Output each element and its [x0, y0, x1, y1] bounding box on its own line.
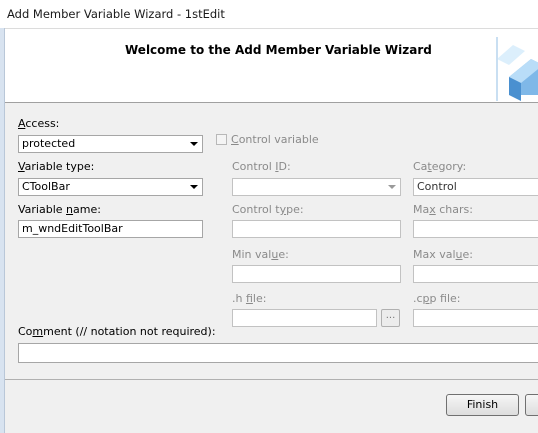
wizard-form: Access: protected Control variable Varia…	[5, 103, 538, 379]
cancel-button[interactable]	[525, 394, 538, 416]
control-id-label: Control ID:	[232, 160, 291, 173]
min-value-input[interactable]	[232, 265, 401, 283]
category-value: Control	[417, 180, 457, 193]
access-select[interactable]: protected	[18, 135, 203, 153]
comment-label: Comment (// notation not required):	[18, 325, 216, 338]
finish-button[interactable]: Finish	[446, 394, 519, 416]
h-file-browse-button[interactable]: ...	[381, 309, 400, 327]
wizard-header: Welcome to the Add Member Variable Wizar…	[5, 29, 538, 103]
access-value: protected	[22, 137, 76, 150]
control-variable-label: Control variable	[231, 133, 319, 146]
access-label: Access:	[18, 117, 60, 130]
chevron-down-icon	[386, 181, 398, 193]
cpp-file-input[interactable]	[413, 309, 538, 327]
max-value-label: Max value:	[413, 248, 474, 261]
category-select[interactable]: Control	[413, 178, 538, 196]
variable-name-value: m_wndEditToolBar	[22, 222, 123, 235]
window-title: Add Member Variable Wizard - 1stEdit	[7, 7, 225, 21]
wizard-window: Add Member Variable Wizard - 1stEdit Wel…	[0, 0, 538, 433]
control-variable-checkbox[interactable]	[216, 134, 227, 145]
h-file-input[interactable]	[232, 309, 377, 327]
variable-type-value: CToolBar	[22, 180, 70, 193]
category-label: Category:	[413, 160, 467, 173]
title-bar: Add Member Variable Wizard - 1stEdit	[0, 0, 538, 29]
welcome-heading: Welcome to the Add Member Variable Wizar…	[125, 43, 432, 57]
chevron-down-icon	[188, 138, 200, 150]
max-chars-input[interactable]	[413, 220, 538, 238]
variable-type-combo[interactable]: CToolBar	[18, 178, 203, 196]
control-type-label: Control type:	[232, 203, 304, 216]
chevron-down-icon	[188, 181, 200, 193]
variable-type-label: Variable type:	[18, 160, 95, 173]
min-value-label: Min value:	[232, 248, 289, 261]
variable-name-input[interactable]: m_wndEditToolBar	[18, 220, 203, 238]
control-id-combo[interactable]	[232, 178, 401, 196]
max-chars-label: Max chars:	[413, 203, 473, 216]
control-type-input[interactable]	[232, 220, 401, 238]
h-file-label: .h file:	[232, 292, 267, 305]
wizard-cube-icon	[496, 37, 538, 101]
comment-input[interactable]	[18, 343, 538, 363]
cpp-file-label: .cpp file:	[413, 292, 461, 305]
variable-name-label: Variable name:	[18, 203, 101, 216]
wizard-footer: Finish	[5, 380, 538, 433]
max-value-input[interactable]	[413, 265, 538, 283]
